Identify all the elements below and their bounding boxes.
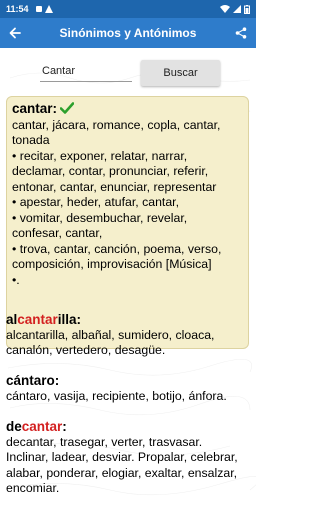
entry-cantar-headword: cantar:	[12, 101, 58, 116]
entry-cantar-line: composición, improvisación [Música]	[12, 257, 212, 271]
entry-cantar-line: • apestar, heder, atufar, cantar,	[12, 195, 180, 209]
search-row: Buscar	[0, 54, 256, 86]
share-icon	[235, 27, 247, 39]
entry-alcantarilla: alcantarilla: alcantarilla, albañal, sum…	[0, 312, 256, 359]
entry-decantar-headword: decantar:	[6, 419, 250, 435]
entry-cantar-headline: cantar:	[12, 101, 243, 118]
entry-cantar-line: • recitar, exponer, relatar, narrar,	[12, 148, 188, 163]
headword-match: cantar	[17, 312, 58, 327]
status-time: 11:54	[6, 4, 29, 14]
entry-cantaro-headword: cántaro:	[6, 373, 60, 388]
status-notification-icons	[35, 5, 53, 13]
app-title: Sinónimos y Antónimos	[59, 26, 197, 40]
headword-suffix: illa:	[57, 312, 82, 327]
back-arrow-icon	[9, 27, 21, 39]
headword-prefix: al	[6, 312, 18, 327]
entry-cantar-line: declamar, contar, pronunciar, referir,	[12, 164, 209, 178]
wifi-icon	[220, 5, 230, 13]
status-system-icons	[220, 4, 250, 14]
signal-icon	[233, 5, 241, 13]
entry-cantaro-line: cántaro, vasija, recipiente, botijo, ánf…	[6, 388, 227, 403]
search-input[interactable]	[40, 60, 132, 82]
entry-decantar-line: alabar, ponderar, elogiar, exaltar, ensa…	[6, 465, 238, 480]
entry-alcantarilla-line: canalón, vertedero, desagüe.	[6, 343, 166, 357]
entry-cantaro: cántaro: cántaro, vasija, recipiente, bo…	[0, 373, 256, 404]
entry-cantar-line: • trova, cantar, canción, poema, verso,	[12, 241, 222, 256]
entry-cantar-line: confesar, cantar,	[12, 226, 103, 240]
alert-icon	[44, 5, 53, 13]
entry-cantar-line: cantar, jácara, romance, copla, cantar,	[12, 117, 221, 132]
back-button[interactable]	[0, 18, 30, 48]
entry-cantar-line: tonada	[12, 133, 50, 147]
notification-icon	[35, 6, 42, 12]
entry-decantar-line: Inclinar, ladear, desviar. Propalar, cel…	[6, 450, 238, 464]
battery-icon	[244, 4, 250, 14]
headword-prefix: de	[6, 419, 22, 434]
headword-suffix: :	[62, 419, 67, 434]
entry-decantar: decantar: decantar, trasegar, verter, tr…	[0, 419, 256, 497]
entry-cantar-line: entonar, cantar, enunciar, representar	[12, 179, 217, 194]
entry-alcantarilla-line: alcantarilla, albañal, sumidero, cloaca,	[6, 327, 215, 342]
status-bar: 11:54	[0, 0, 256, 18]
entry-cantar-line: • vomitar, desembuchar, revelar,	[12, 210, 188, 225]
headword-match: cantar	[21, 419, 63, 434]
entry-alcantarilla-headword: alcantarilla:	[6, 312, 250, 328]
entry-cantar-line: •.	[12, 272, 20, 287]
content-area[interactable]: Buscar cantar: cantar, jácara, romance, …	[0, 48, 256, 512]
app-bar: Sinónimos y Antónimos	[0, 18, 256, 48]
share-button[interactable]	[226, 18, 256, 48]
search-button[interactable]: Buscar	[141, 60, 220, 86]
check-icon	[60, 102, 75, 114]
entry-decantar-line: decantar, trasegar, verter, trasvasar.	[6, 434, 203, 449]
entry-decantar-line: encomiar.	[6, 481, 60, 495]
